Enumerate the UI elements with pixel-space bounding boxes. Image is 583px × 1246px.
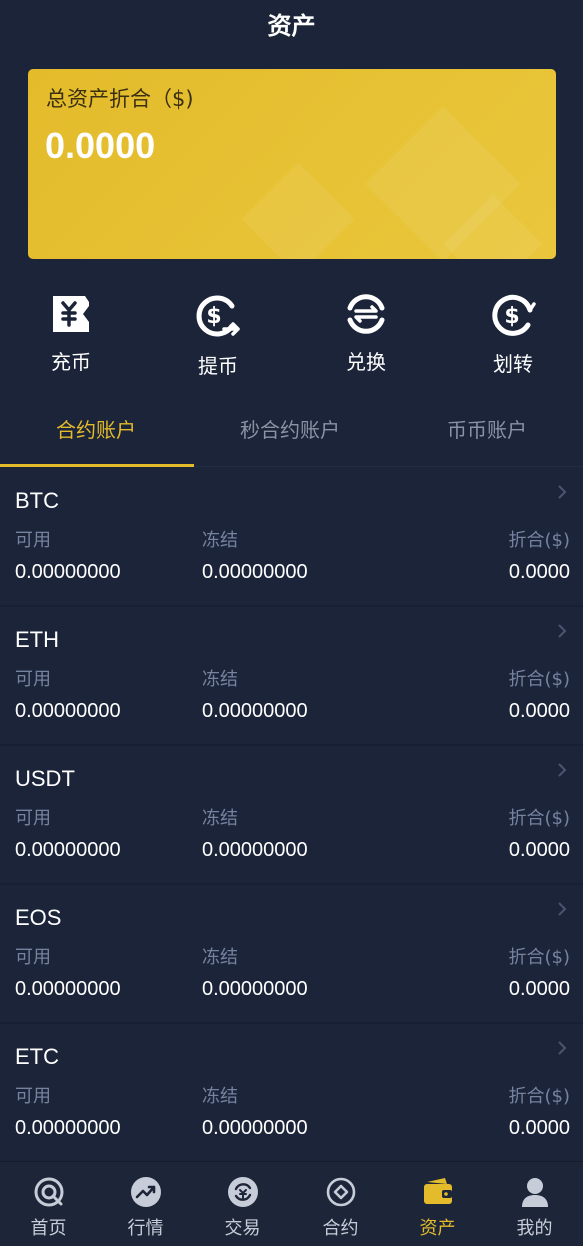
active-tab-indicator [0, 464, 194, 467]
frozen-label: 冻结 [202, 808, 238, 829]
nav-trade-label: 交易 [224, 1218, 261, 1239]
nav-market-label: 行情 [127, 1218, 164, 1239]
nav-home[interactable]: 首页 [0, 1176, 97, 1240]
nav-market[interactable]: 行情 [97, 1176, 194, 1240]
converted-label: 折合($) [508, 947, 571, 968]
market-icon [130, 1177, 161, 1207]
deposit-icon [53, 296, 89, 332]
available-value: 0.00000000 [15, 839, 121, 861]
asset-list: BTC 可用 冻结 折合($) 0.00000000 0.00000000 0.… [0, 468, 583, 1163]
withdraw-icon: $ [196, 295, 240, 337]
frozen-value: 0.00000000 [202, 839, 308, 861]
tab-spot-account[interactable]: 币币账户 [447, 414, 527, 443]
contract-icon [326, 1177, 355, 1207]
page-title: 资产 [267, 11, 316, 40]
converted-value: 0.0000 [508, 561, 570, 583]
asset-row-etc[interactable]: ETC 可用 冻结 折合($) 0.00000000 0.00000000 0.… [0, 1024, 583, 1163]
coin-name: BTC [15, 488, 59, 513]
frozen-value: 0.00000000 [202, 561, 308, 583]
chevron-right-icon [558, 763, 567, 777]
card-decoration [241, 162, 355, 259]
account-tabs: 合约账户 秒合约账户 币币账户 [0, 404, 583, 467]
available-value: 0.00000000 [15, 978, 121, 1000]
chevron-right-icon [558, 902, 567, 916]
available-label: 可用 [15, 669, 51, 690]
asset-row-btc[interactable]: BTC 可用 冻结 折合($) 0.00000000 0.00000000 0.… [0, 468, 583, 607]
chevron-right-icon [558, 485, 567, 499]
asset-row-usdt[interactable]: USDT 可用 冻结 折合($) 0.00000000 0.00000000 0… [0, 746, 583, 885]
transfer-label: 划转 [493, 352, 533, 376]
deposit-label: 充币 [51, 350, 91, 374]
nav-home-label: 首页 [30, 1218, 67, 1239]
frozen-label: 冻结 [202, 1086, 238, 1107]
frozen-value: 0.00000000 [202, 1117, 308, 1139]
nav-trade[interactable]: 交易 [194, 1176, 291, 1240]
frozen-value: 0.00000000 [202, 700, 308, 722]
coin-name: ETC [15, 1044, 59, 1069]
exchange-icon [347, 294, 385, 334]
available-value: 0.00000000 [15, 561, 121, 583]
home-icon [34, 1177, 63, 1207]
withdraw-button[interactable]: $ 提币 [178, 292, 258, 379]
tab-contract-account[interactable]: 合约账户 [56, 414, 136, 443]
total-asset-card: 总资产折合（$) 0.0000 [28, 69, 556, 259]
total-asset-label: 总资产折合（$) [46, 87, 194, 111]
available-label: 可用 [15, 530, 51, 551]
chevron-right-icon [558, 1041, 567, 1055]
app-header: 资产 [0, 0, 583, 50]
frozen-label: 冻结 [202, 530, 238, 551]
tab-second-contract-account[interactable]: 秒合约账户 [240, 414, 340, 443]
converted-label: 折合($) [508, 1086, 571, 1107]
available-label: 可用 [15, 947, 51, 968]
action-bar: 充币 $ 提币 兑换 $ 划转 [0, 292, 583, 382]
exchange-button[interactable]: 兑换 [326, 292, 406, 375]
coin-name: EOS [15, 905, 62, 930]
exchange-label: 兑换 [346, 350, 386, 374]
bottom-nav: 首页 行情 交易 合约 资产 我的 [0, 1161, 583, 1246]
converted-label: 折合($) [508, 669, 571, 690]
available-value: 0.00000000 [15, 1117, 121, 1139]
total-asset-value: 0.0000 [45, 125, 156, 166]
coin-name: ETH [15, 627, 59, 652]
asset-row-eos[interactable]: EOS 可用 冻结 折合($) 0.00000000 0.00000000 0.… [0, 885, 583, 1024]
nav-profile-label: 我的 [516, 1218, 553, 1239]
frozen-label: 冻结 [202, 669, 238, 690]
deposit-button[interactable]: 充币 [31, 292, 111, 375]
available-value: 0.00000000 [15, 700, 121, 722]
available-label: 可用 [15, 1086, 51, 1107]
chevron-right-icon [558, 624, 567, 638]
converted-label: 折合($) [508, 808, 571, 829]
asset-row-eth[interactable]: ETH 可用 冻结 折合($) 0.00000000 0.00000000 0.… [0, 607, 583, 746]
wallet-icon [423, 1178, 452, 1204]
nav-contract[interactable]: 合约 [292, 1176, 389, 1240]
converted-value: 0.0000 [508, 978, 570, 1000]
converted-value: 0.0000 [508, 1117, 570, 1139]
converted-value: 0.0000 [508, 700, 570, 722]
transfer-button[interactable]: $ 划转 [473, 292, 553, 377]
frozen-label: 冻结 [202, 947, 238, 968]
converted-value: 0.0000 [508, 839, 570, 861]
nav-assets[interactable]: 资产 [389, 1176, 486, 1240]
trade-icon [227, 1177, 258, 1207]
nav-profile[interactable]: 我的 [486, 1176, 583, 1240]
converted-label: 折合($) [508, 530, 571, 551]
user-icon [521, 1178, 548, 1207]
svg-text:$: $ [206, 304, 221, 329]
frozen-value: 0.00000000 [202, 978, 308, 1000]
nav-assets-label: 资产 [419, 1218, 456, 1239]
transfer-icon: $ [492, 294, 536, 336]
nav-contract-label: 合约 [322, 1218, 359, 1239]
svg-text:$: $ [504, 304, 519, 329]
coin-name: USDT [15, 766, 75, 791]
withdraw-label: 提币 [198, 354, 238, 378]
available-label: 可用 [15, 808, 51, 829]
